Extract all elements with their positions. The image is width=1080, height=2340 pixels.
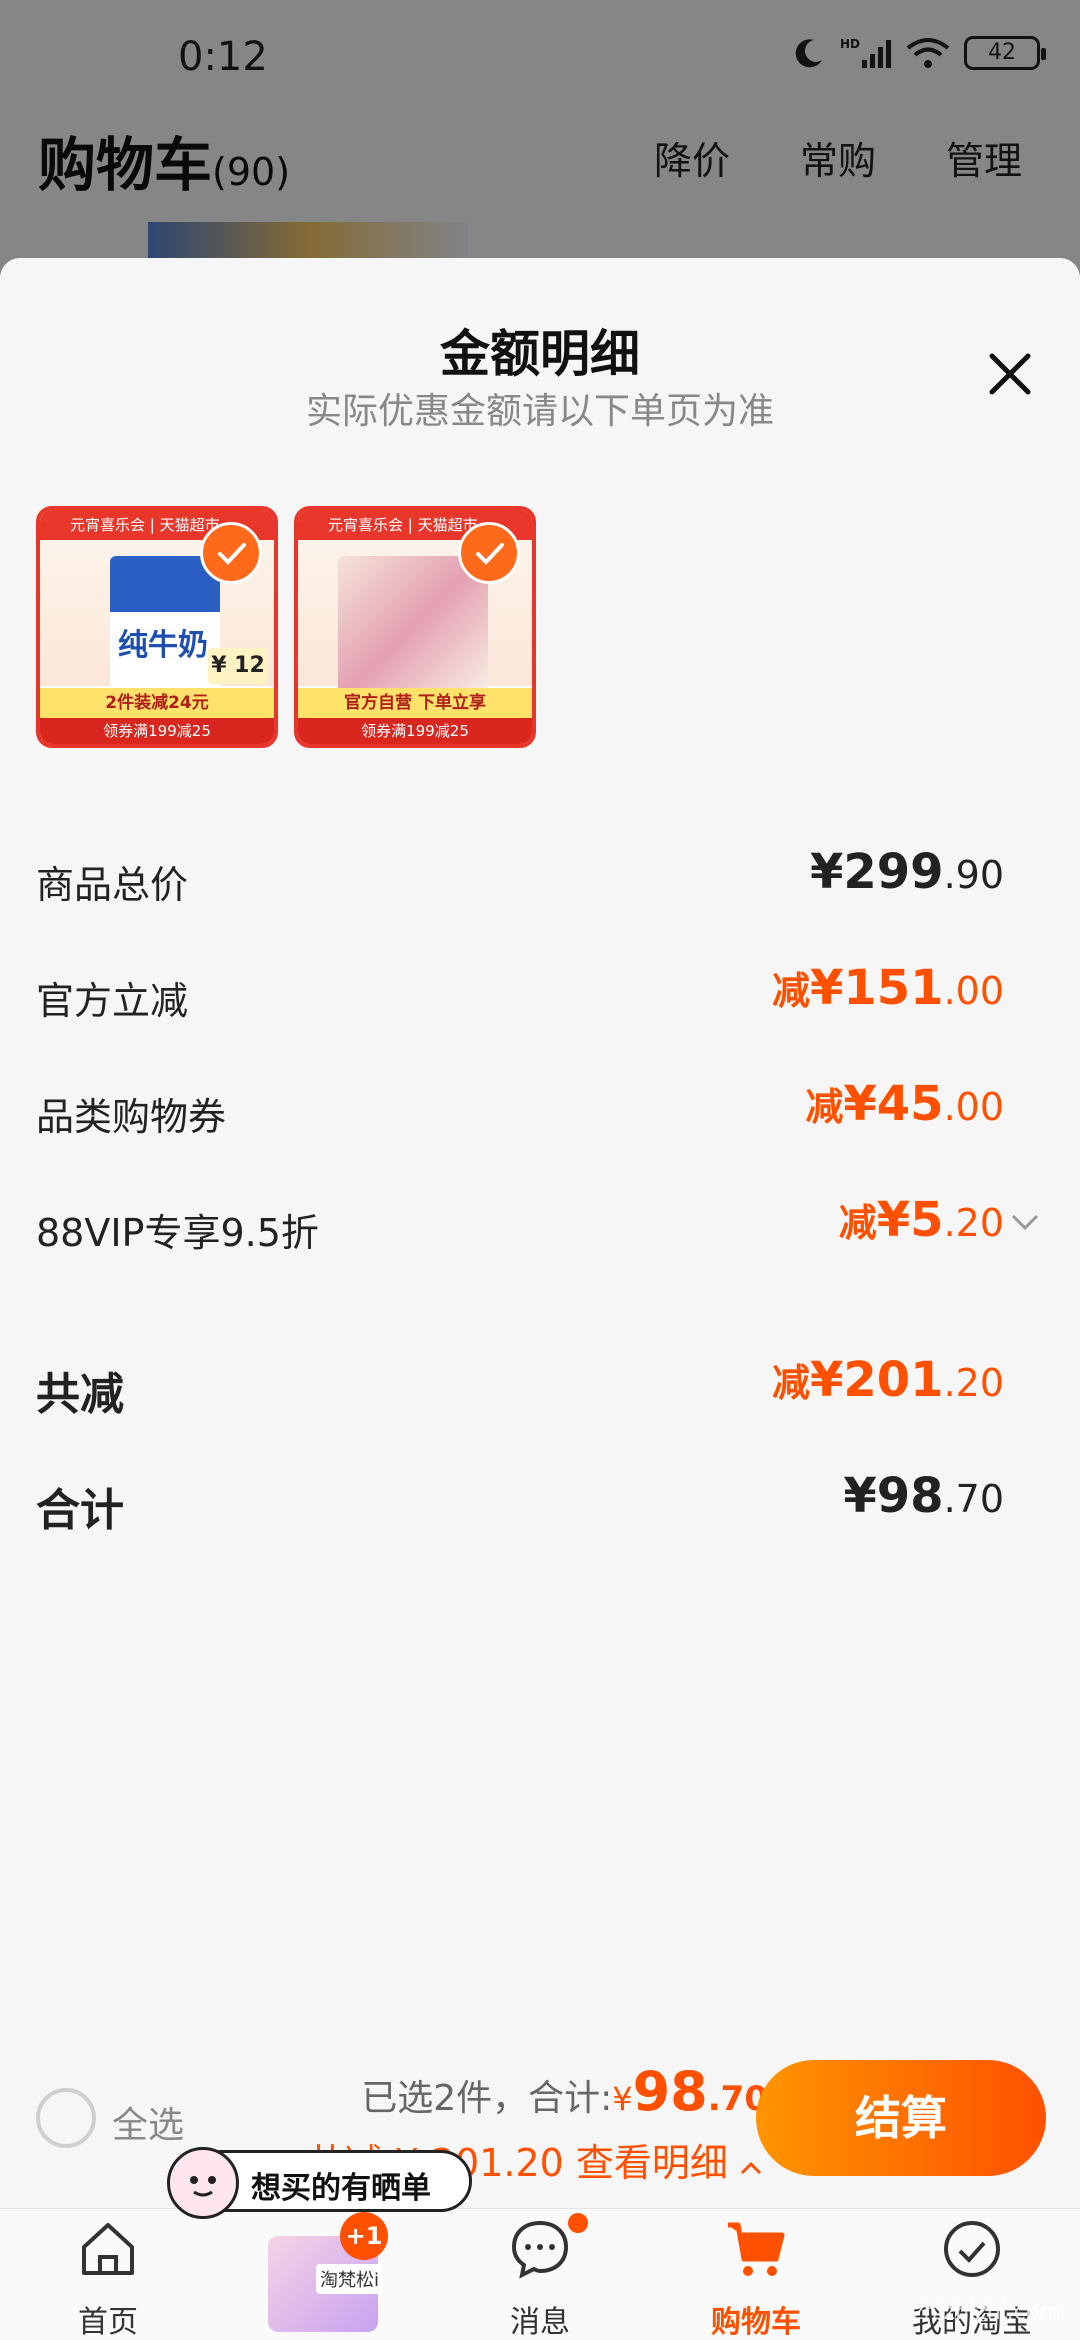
total-amount: 98.70 — [632, 2060, 768, 2123]
product-thumbnail[interactable]: 元宵喜乐会 | 天猫超市 官方自营 下单立享 领券满199减25 — [294, 506, 536, 748]
selected-count-text: 已选2件，合计: — [361, 2078, 613, 2119]
row-subtotal: 商品总价 ¥299.90 — [36, 838, 1004, 918]
sheet-title: 金额明细 — [440, 325, 640, 383]
chevron-up-icon — [740, 2161, 762, 2175]
row-label: 合计 — [36, 1485, 124, 1536]
tab-label: 消息 — [510, 2305, 570, 2340]
coupon-tag: 领券满199减25 — [298, 718, 532, 744]
row-value: 减¥151.00 — [771, 960, 1004, 1016]
selected-items-thumbnails: 元宵喜乐会 | 天猫超市 纯牛奶 ¥ 12 2件装减24元 领券满199减25 … — [36, 506, 536, 748]
row-label: 商品总价 — [36, 863, 189, 907]
row-total-discount: 共减 减¥201.20 — [36, 1346, 1004, 1426]
row-official-discount: 官方立减 减¥151.00 — [36, 954, 1004, 1034]
home-icon — [82, 2223, 134, 2275]
cart-icon — [728, 2222, 785, 2276]
product-thumbnail[interactable]: 元宵喜乐会 | 天猫超市 纯牛奶 ¥ 12 2件装减24元 领券满199减25 — [36, 506, 278, 748]
tab-messages[interactable]: 消息 — [450, 2209, 630, 2340]
row-value: 减¥201.20 — [771, 1352, 1004, 1408]
selected-check[interactable] — [458, 522, 520, 584]
selected-check[interactable] — [200, 522, 262, 584]
chevron-down-icon[interactable] — [1010, 1212, 1040, 1232]
snack-bag-image — [338, 556, 488, 696]
profile-icon — [944, 2221, 1000, 2277]
close-icon[interactable] — [986, 350, 1034, 398]
row-value: ¥98.70 — [843, 1468, 1004, 1524]
sheet-subtitle: 实际优惠金额请以下单页为准 — [305, 391, 774, 432]
bubble-text: 想买的有晒单 — [251, 2171, 431, 2206]
tab-home[interactable]: 首页 — [18, 2209, 198, 2340]
check-icon — [476, 543, 504, 565]
amount-detail-sheet: 金额明细 实际优惠金额请以下单页为准 元宵喜乐会 | 天猫超市 纯牛奶 ¥ 12… — [0, 258, 1080, 2340]
tab-cart[interactable]: 购物车 — [666, 2209, 846, 2340]
product-name: 纯牛奶 — [118, 628, 208, 663]
row-vip-discount[interactable]: 88VIP专享9.5折 减¥5.20 — [36, 1186, 1039, 1266]
tab-label: 首页 — [78, 2305, 138, 2340]
row-total: 合计 ¥98.70 — [36, 1462, 1004, 1542]
checkout-button[interactable]: 结算 — [756, 2060, 1046, 2176]
row-value: ¥299.90 — [809, 844, 1004, 900]
message-icon — [511, 2220, 569, 2279]
currency-symbol: ¥ — [612, 2080, 633, 2118]
promo-tag: 官方自营 下单立享 — [298, 688, 532, 718]
share-bubble[interactable]: 想买的有晒单 — [167, 2147, 472, 2219]
price-tag: ¥ 12 — [208, 648, 268, 684]
promo-tag: 2件装减24元 — [40, 688, 274, 718]
unread-dot — [568, 2213, 588, 2233]
row-category-coupon: 品类购物券 减¥45.00 — [36, 1070, 1004, 1150]
tab-label: 购物车 — [711, 2305, 801, 2340]
row-label: 品类购物券 — [36, 1095, 227, 1139]
row-label: 共减 — [36, 1369, 124, 1420]
check-icon — [218, 543, 246, 565]
row-label: 官方立减 — [36, 979, 189, 1023]
checkout-bar: 全选 已选2件，合计:¥98.70 共减 ¥ 201.20 查看明细 结算 — [0, 2040, 1080, 2210]
row-value: 减¥5.20 — [838, 1192, 1004, 1248]
row-value: 减¥45.00 — [805, 1076, 1004, 1132]
selected-summary: 已选2件，合计:¥98.70 — [361, 2060, 768, 2123]
milk-carton-image: 纯牛奶 — [110, 556, 220, 696]
coupon-tag: 领券满199减25 — [40, 718, 274, 744]
mascot-icon — [167, 2147, 239, 2219]
select-all-label[interactable]: 全选 — [112, 2096, 184, 2148]
watermark: zhizhizhi.com — [912, 2300, 1061, 2325]
select-all-checkbox[interactable] — [36, 2088, 96, 2148]
promo-thumbnail-label: 淘梵松i — [316, 2264, 384, 2294]
plus-badge: +1 — [340, 2212, 388, 2260]
row-label: 88VIP专享9.5折 — [36, 1211, 319, 1255]
